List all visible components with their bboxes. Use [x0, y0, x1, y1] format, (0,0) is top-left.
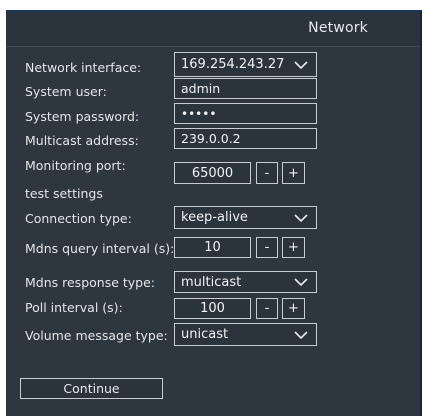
network-dialog: Network Network interface: 169.254.243.2…: [6, 10, 422, 416]
connection-type-value: keep-alive: [181, 210, 248, 225]
chevron-down-icon: [294, 330, 308, 339]
mdns-response-type-select[interactable]: multicast: [174, 271, 317, 293]
monitoring-port-increment-button[interactable]: +: [282, 162, 305, 184]
window-title: Network: [308, 20, 368, 36]
connection-type-select[interactable]: keep-alive: [174, 206, 317, 229]
chevron-down-icon: [294, 278, 308, 286]
poll-interval-value: 100: [200, 301, 225, 316]
poll-interval-input[interactable]: 100: [174, 298, 251, 319]
connection-type-label: Connection type:: [25, 211, 132, 226]
mdns-query-interval-input[interactable]: 10: [174, 237, 251, 258]
network-interface-label: Network interface:: [25, 60, 142, 75]
system-user-input[interactable]: admin: [174, 78, 317, 99]
system-password-label: System password:: [25, 109, 140, 124]
volume-message-type-label: Volume message type:: [25, 328, 168, 343]
test-settings-heading: test settings: [25, 186, 103, 201]
mdns-response-type-label: Mdns response type:: [25, 275, 156, 290]
mdns-query-interval-decrement-button[interactable]: -: [256, 237, 278, 258]
mdns-query-interval-increment-button[interactable]: +: [282, 237, 305, 258]
multicast-address-input[interactable]: 239.0.0.2: [174, 128, 317, 149]
network-interface-select[interactable]: 169.254.243.27: [174, 52, 317, 77]
volume-message-type-select[interactable]: unicast: [174, 323, 317, 346]
system-user-value: admin: [181, 81, 221, 96]
chevron-down-icon: [294, 60, 308, 69]
system-password-value: •••••: [181, 106, 217, 121]
poll-interval-increment-button[interactable]: +: [282, 298, 305, 319]
multicast-address-label: Multicast address:: [25, 133, 139, 148]
volume-message-type-value: unicast: [181, 327, 229, 342]
monitoring-port-decrement-button[interactable]: -: [256, 162, 278, 184]
mdns-query-interval-label: Mdns query interval (s):: [25, 241, 175, 256]
mdns-response-type-value: multicast: [181, 274, 242, 290]
multicast-address-value: 239.0.0.2: [181, 131, 241, 146]
poll-interval-decrement-button[interactable]: -: [256, 298, 278, 319]
monitoring-port-value: 65000: [191, 165, 234, 181]
monitoring-port-input[interactable]: 65000: [174, 162, 251, 184]
title-bar: Network: [6, 12, 420, 47]
network-interface-value: 169.254.243.27: [181, 57, 285, 72]
poll-interval-label: Poll interval (s):: [25, 300, 123, 315]
mdns-query-interval-value: 10: [204, 240, 221, 255]
system-password-input[interactable]: •••••: [174, 103, 317, 124]
monitoring-port-label: Monitoring port:: [25, 158, 126, 173]
system-user-label: System user:: [25, 84, 107, 99]
continue-button[interactable]: Continue: [20, 378, 163, 399]
chevron-down-icon: [294, 213, 308, 222]
